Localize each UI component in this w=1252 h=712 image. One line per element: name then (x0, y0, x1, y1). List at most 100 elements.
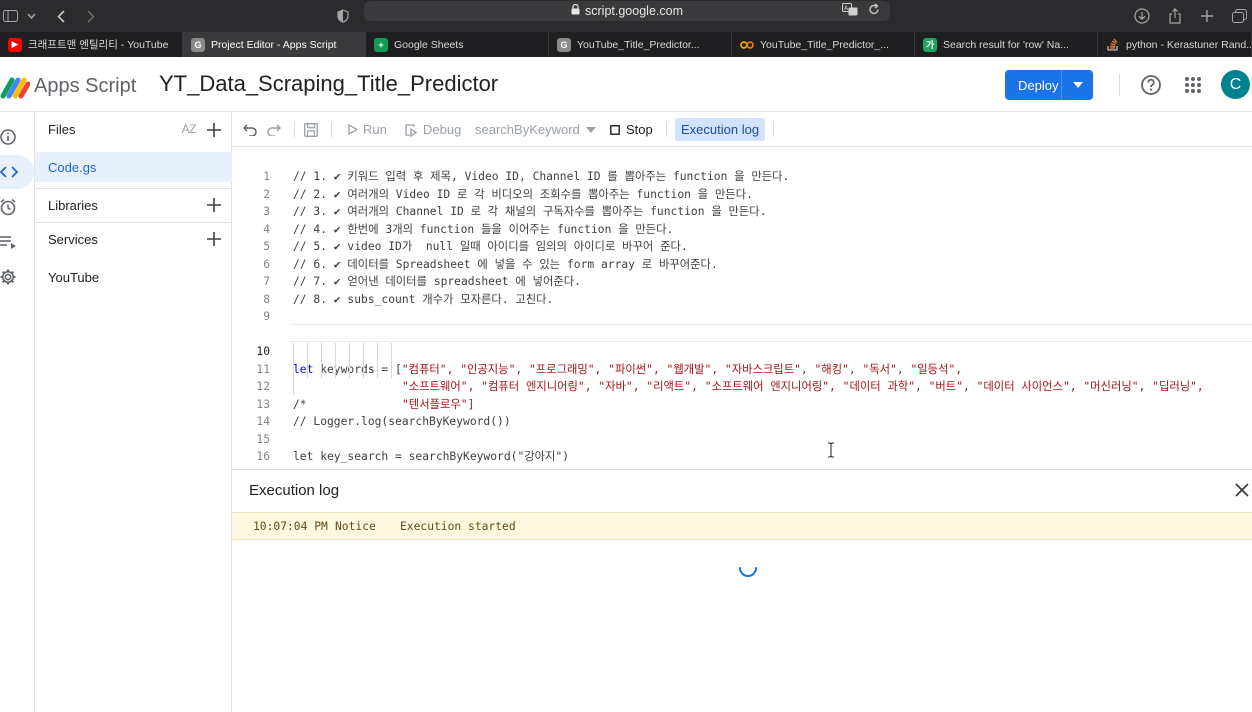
tab-overview-icon[interactable] (1230, 0, 1248, 32)
add-file-icon[interactable] (206, 122, 222, 138)
stackoverflow-icon (1106, 38, 1120, 52)
execution-log-panel: Execution log 10:07:04 PM Notice Executi… (232, 469, 1252, 712)
indent-guide (391, 343, 392, 378)
browser-tab-youtube[interactable]: ▶ 크래프트맨 엔틸리티 - YouTube (0, 32, 183, 57)
shield-icon[interactable] (335, 0, 351, 32)
chevron-down-icon[interactable] (24, 0, 38, 32)
add-library-icon[interactable] (206, 197, 222, 213)
indent-guide (377, 343, 378, 378)
apps-script-logo-icon[interactable] (0, 70, 31, 100)
indent-guide (335, 343, 336, 378)
caret-down-icon (585, 126, 596, 133)
undo-button[interactable] (243, 112, 257, 147)
run-button[interactable]: Run (348, 112, 387, 147)
tab-label: YouTube_Title_Predictor... (577, 38, 700, 51)
help-icon[interactable] (1140, 74, 1162, 96)
app-header: Apps Script YT_Data_Scraping_Title_Predi… (0, 57, 1252, 112)
code-editor[interactable]: 1// 1. ✔ 키워드 입력 후 제목, Video ID, Channel … (232, 147, 1252, 469)
code-line: 2// 2. ✔ 여러개의 Video ID 로 각 비디오의 조회수를 뽑아주… (263, 187, 753, 201)
code-line: 6// 6. ✔ 데이터를 Spreadsheet 에 넣을 수 있는 form… (263, 257, 718, 271)
tab-label: 크래프트맨 엔틸리티 - YouTube (28, 39, 169, 51)
sidebar-toggle-icon[interactable] (2, 0, 18, 32)
code-icon (0, 166, 19, 178)
google-apps-icon[interactable] (1184, 76, 1202, 94)
info-icon (0, 129, 16, 145)
code-line: 16 let key_search = searchByKeyword("강아지"… (256, 450, 570, 463)
translate-icon[interactable]: A (842, 3, 858, 19)
browser-tab-stackoverflow[interactable]: python - Kerastuner Rand... (1098, 32, 1252, 57)
header-divider (1119, 74, 1120, 96)
project-title[interactable]: YT_Data_Scraping_Title_Predictor (159, 71, 498, 97)
reload-icon[interactable] (868, 3, 880, 19)
svg-text:A: A (844, 5, 849, 12)
close-icon[interactable] (1234, 482, 1250, 498)
share-icon[interactable] (1166, 0, 1184, 32)
editor-toolbar: Run Debug searchByKeyword Stop Execution… (232, 112, 1252, 147)
libraries-label: Libraries (48, 198, 98, 213)
executions-button[interactable] (0, 225, 34, 259)
run-label: Run (363, 122, 387, 137)
log-level: Notice (335, 520, 376, 533)
function-name: searchByKeyword (475, 122, 580, 137)
lock-icon (571, 3, 580, 18)
code-line: 7// 7. ✔ 얻어낸 데이터를 spreadsheet 에 넣어준다. (263, 275, 581, 288)
indent-guide (321, 343, 322, 378)
browser-tab-title-predictor[interactable]: G YouTube_Title_Predictor... (549, 32, 732, 57)
debug-button[interactable]: Debug (403, 112, 461, 147)
code-line: 3// 3. ✔ 여러개의 Channel ID 로 각 채널의 구독자수를 뽑… (263, 205, 767, 218)
caret-down-icon[interactable] (1061, 70, 1093, 100)
url-text: script.google.com (585, 4, 683, 18)
execution-log-button[interactable]: Execution log (675, 118, 766, 141)
text-cursor-icon (828, 442, 834, 458)
download-icon[interactable] (1133, 0, 1151, 32)
tab-label: Project Editor - Apps Script (211, 38, 337, 51)
address-bar[interactable]: script.google.com A (364, 1, 890, 21)
settings-button[interactable] (0, 260, 34, 294)
code-line: 15 (256, 432, 270, 446)
toolbar-divider (294, 122, 295, 137)
browser-tab-colab[interactable]: YouTube_Title_Predictor_... (732, 32, 915, 57)
editor-button[interactable] (0, 155, 34, 189)
app-name[interactable]: Apps Script (34, 75, 136, 98)
services-label: Services (48, 232, 98, 247)
new-tab-icon[interactable] (1199, 0, 1215, 32)
stop-icon (610, 124, 620, 135)
execution-log-label: Execution log (681, 122, 760, 137)
service-name: YouTube (48, 269, 100, 285)
deploy-label: Deploy (1018, 77, 1059, 93)
deploy-button[interactable]: Deploy (1005, 70, 1093, 100)
browser-tab-sheets[interactable]: + Google Sheets (366, 32, 549, 57)
search-result-icon: 가 (923, 37, 937, 52)
execution-log-title: Execution log (249, 482, 340, 499)
log-message: Execution started (400, 520, 516, 533)
overview-button[interactable] (0, 120, 34, 154)
redo-button[interactable] (267, 112, 281, 147)
browser-tab-search-result[interactable]: 가 Search result for 'row' Na... (915, 32, 1098, 57)
indent-guide (307, 343, 308, 378)
triggers-button[interactable] (0, 190, 34, 224)
undo-icon (243, 123, 257, 136)
code-line-wrapped: "텐서플로우"] (402, 397, 475, 411)
save-button[interactable] (304, 112, 318, 147)
avatar[interactable]: C (1221, 70, 1250, 99)
indent-guide (349, 343, 350, 378)
indent-guide (363, 343, 364, 378)
browser-tab-apps-script[interactable]: G Project Editor - Apps Script (183, 32, 366, 57)
files-label: Files (48, 122, 76, 137)
back-icon[interactable] (54, 0, 68, 32)
forward-icon[interactable] (84, 0, 98, 32)
loading-spinner-icon (739, 567, 757, 577)
gear-icon (0, 269, 16, 285)
function-select[interactable]: searchByKeyword (475, 112, 596, 147)
toolbar-divider (666, 122, 667, 137)
log-time: 10:07:04 PM (253, 520, 328, 533)
add-service-icon[interactable] (206, 231, 222, 247)
youtube-icon: ▶ (8, 37, 22, 52)
sort-az-icon[interactable]: AZ (182, 122, 197, 136)
service-item-youtube[interactable]: YouTube (35, 262, 232, 292)
executions-list-icon (0, 236, 16, 249)
stop-button[interactable]: Stop (610, 112, 653, 147)
files-panel: Files AZ Code.gs Libraries Services YouT… (35, 112, 232, 712)
log-entry: 10:07:04 PM Notice Execution started (232, 512, 1252, 540)
file-item-code-gs[interactable]: Code.gs (35, 152, 232, 182)
